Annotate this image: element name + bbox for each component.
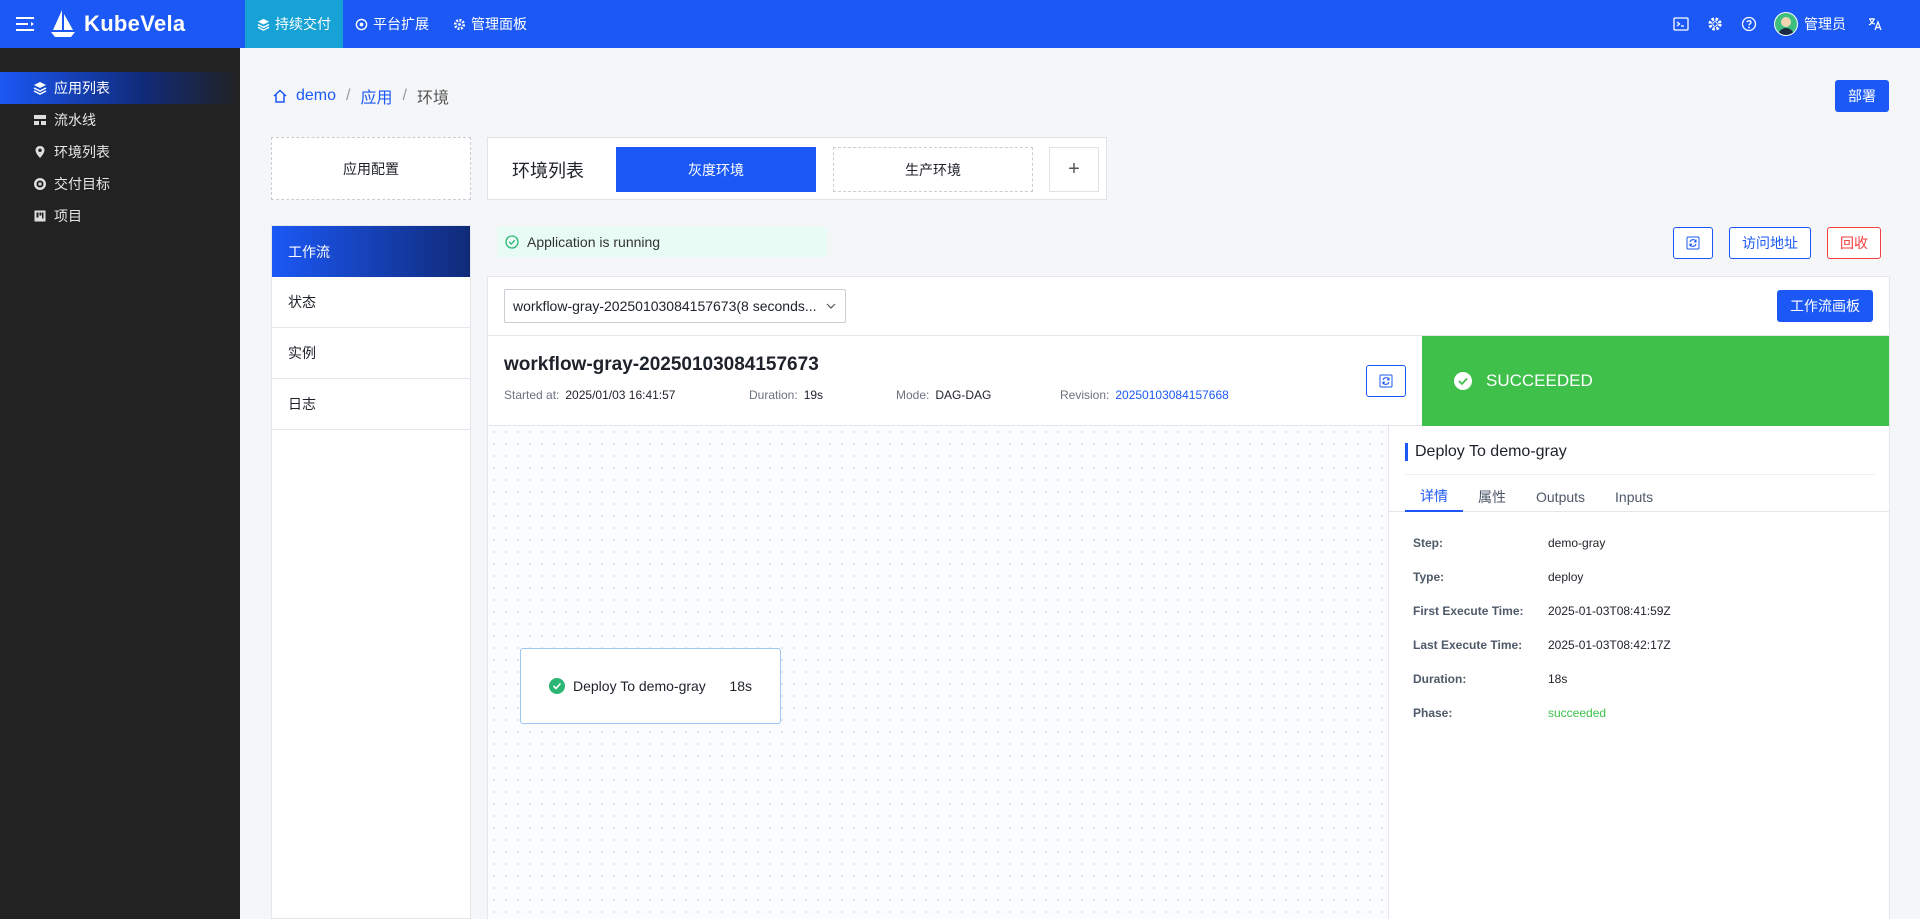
workflow-step-node[interactable]: Deploy To demo-gray 18s (520, 648, 781, 724)
home-icon[interactable] (272, 88, 288, 104)
refresh-button[interactable] (1673, 227, 1713, 259)
refresh-icon (1686, 236, 1700, 250)
pipeline-icon (32, 113, 48, 127)
workflow-mode: Mode: DAG-DAG (896, 388, 992, 402)
chevron-down-icon (825, 300, 837, 312)
tab-properties[interactable]: 属性 (1463, 482, 1521, 512)
env-tab-production[interactable]: 生产环境 (833, 147, 1033, 192)
step-detail-tabs: 详情 属性 Outputs Inputs (1389, 482, 1890, 512)
workflow-status-banner: SUCCEEDED (1422, 336, 1889, 426)
tab-details[interactable]: 详情 (1405, 482, 1463, 512)
revision-link[interactable]: 20250103084157668 (1115, 388, 1228, 402)
top-navigation-bar: KubeVela 持续交付 平台扩展 管理面板 管理员 (0, 0, 1920, 48)
sidebar-item-label: 应用列表 (54, 80, 110, 96)
project-icon (32, 209, 48, 223)
workflow-revision: Revision: 20250103084157668 (1060, 388, 1229, 402)
breadcrumb-applications[interactable]: 应用 (360, 84, 392, 108)
workflow-refresh-button[interactable] (1366, 365, 1406, 397)
step-node-duration: 18s (729, 678, 752, 694)
nav-label: 持续交付 (275, 16, 331, 32)
visit-address-button[interactable]: 访问地址 (1729, 227, 1811, 259)
sidebar-item-label: 交付目标 (54, 176, 110, 192)
nav-label: 平台扩展 (373, 16, 429, 32)
refresh-icon (1379, 374, 1393, 388)
workflow-graph-canvas[interactable]: Deploy To demo-gray 18s (488, 426, 1388, 919)
layers-icon (257, 18, 270, 31)
sidebar-item-label: 项目 (54, 208, 82, 224)
breadcrumb-separator: / (402, 87, 407, 104)
workflow-panel: workflow-gray-20250103084157673(8 second… (487, 276, 1890, 919)
workflow-record-value: workflow-gray-20250103084157673(8 second… (513, 298, 817, 314)
logo-text: KubeVela (84, 11, 186, 36)
check-circle-icon (1454, 372, 1472, 390)
application-status-alert: Application is running (497, 227, 827, 257)
breadcrumb-current: 环境 (416, 90, 449, 107)
nav-label: 管理面板 (471, 16, 527, 32)
check-circle-icon (549, 678, 565, 694)
add-environment-button[interactable]: + (1049, 147, 1099, 192)
tab-instances[interactable]: 实例 (272, 328, 470, 379)
tab-workflow[interactable]: 工作流 (272, 226, 470, 277)
environment-selector: 环境列表 灰度环境 生产环境 + (487, 137, 1107, 200)
kubevela-logo[interactable]: KubeVela (50, 0, 245, 48)
deploy-button[interactable]: 部署 (1835, 80, 1889, 112)
extension-icon (355, 18, 368, 31)
gear-icon (453, 18, 466, 31)
app-config-card[interactable]: 应用配置 (271, 137, 471, 200)
layers-icon (32, 81, 48, 95)
sidebar-item-applications[interactable]: 应用列表 (0, 72, 240, 104)
target-icon (32, 177, 48, 191)
tab-logs[interactable]: 日志 (272, 379, 470, 430)
sidebar-item-label: 环境列表 (54, 144, 110, 160)
nav-admin-panel[interactable]: 管理面板 (441, 0, 539, 48)
workflow-header: workflow-gray-20250103084157673 Started … (488, 335, 1889, 426)
location-pin-icon (32, 145, 48, 159)
recycle-button[interactable]: 回收 (1827, 227, 1881, 259)
step-node-label: Deploy To demo-gray (573, 678, 706, 694)
user-menu[interactable]: 管理员 (1774, 12, 1846, 36)
sidebar-item-projects[interactable]: 项目 (0, 200, 240, 232)
language-icon[interactable] (1858, 0, 1892, 48)
top-right-tools: 管理员 (1664, 0, 1920, 48)
tab-inputs[interactable]: Inputs (1600, 482, 1668, 512)
nav-platform-extension[interactable]: 平台扩展 (343, 0, 441, 48)
environment-list-title: 环境列表 (512, 161, 584, 181)
sailboat-icon (50, 8, 76, 41)
tab-outputs[interactable]: Outputs (1521, 482, 1600, 512)
menu-toggle-icon[interactable] (0, 0, 50, 48)
terminal-icon[interactable] (1664, 0, 1698, 48)
environment-side-tabs: 工作流 状态 实例 日志 (271, 225, 471, 919)
settings-icon[interactable] (1698, 0, 1732, 48)
divider (1405, 474, 1875, 475)
env-tab-gray[interactable]: 灰度环境 (616, 147, 816, 192)
check-circle-icon (505, 235, 519, 249)
sidebar: 应用列表 流水线 环境列表 交付目标 项目 (0, 48, 240, 919)
user-name: 管理员 (1804, 16, 1846, 32)
breadcrumb: demo / 应用 / 环境 (272, 84, 449, 108)
sidebar-item-environments[interactable]: 环境列表 (0, 136, 240, 168)
workflow-record-select[interactable]: workflow-gray-20250103084157673(8 second… (504, 289, 846, 323)
breadcrumb-separator: / (346, 87, 351, 104)
nav-continuous-delivery[interactable]: 持续交付 (245, 0, 343, 48)
top-nav: 持续交付 平台扩展 管理面板 (245, 0, 539, 48)
sidebar-item-targets[interactable]: 交付目标 (0, 168, 240, 200)
workflow-duration: Duration: 19s (749, 388, 824, 402)
tab-status[interactable]: 状态 (272, 277, 470, 328)
workflow-name: workflow-gray-20250103084157673 (504, 354, 819, 375)
sidebar-item-label: 流水线 (54, 112, 96, 128)
breadcrumb-project[interactable]: demo (296, 87, 336, 105)
workflow-status-text: SUCCEEDED (1486, 371, 1593, 390)
avatar (1774, 12, 1798, 36)
status-text: Application is running (527, 234, 661, 250)
help-icon[interactable] (1732, 0, 1766, 48)
step-detail-title: Deploy To demo-gray (1405, 443, 1567, 461)
workflow-canvas-button[interactable]: 工作流画板 (1777, 290, 1873, 322)
step-detail-panel: Deploy To demo-gray 详情 属性 Outputs Inputs… (1388, 426, 1890, 919)
sidebar-item-pipelines[interactable]: 流水线 (0, 104, 240, 136)
workflow-started: Started at: 2025/01/03 16:41:57 (504, 388, 676, 402)
